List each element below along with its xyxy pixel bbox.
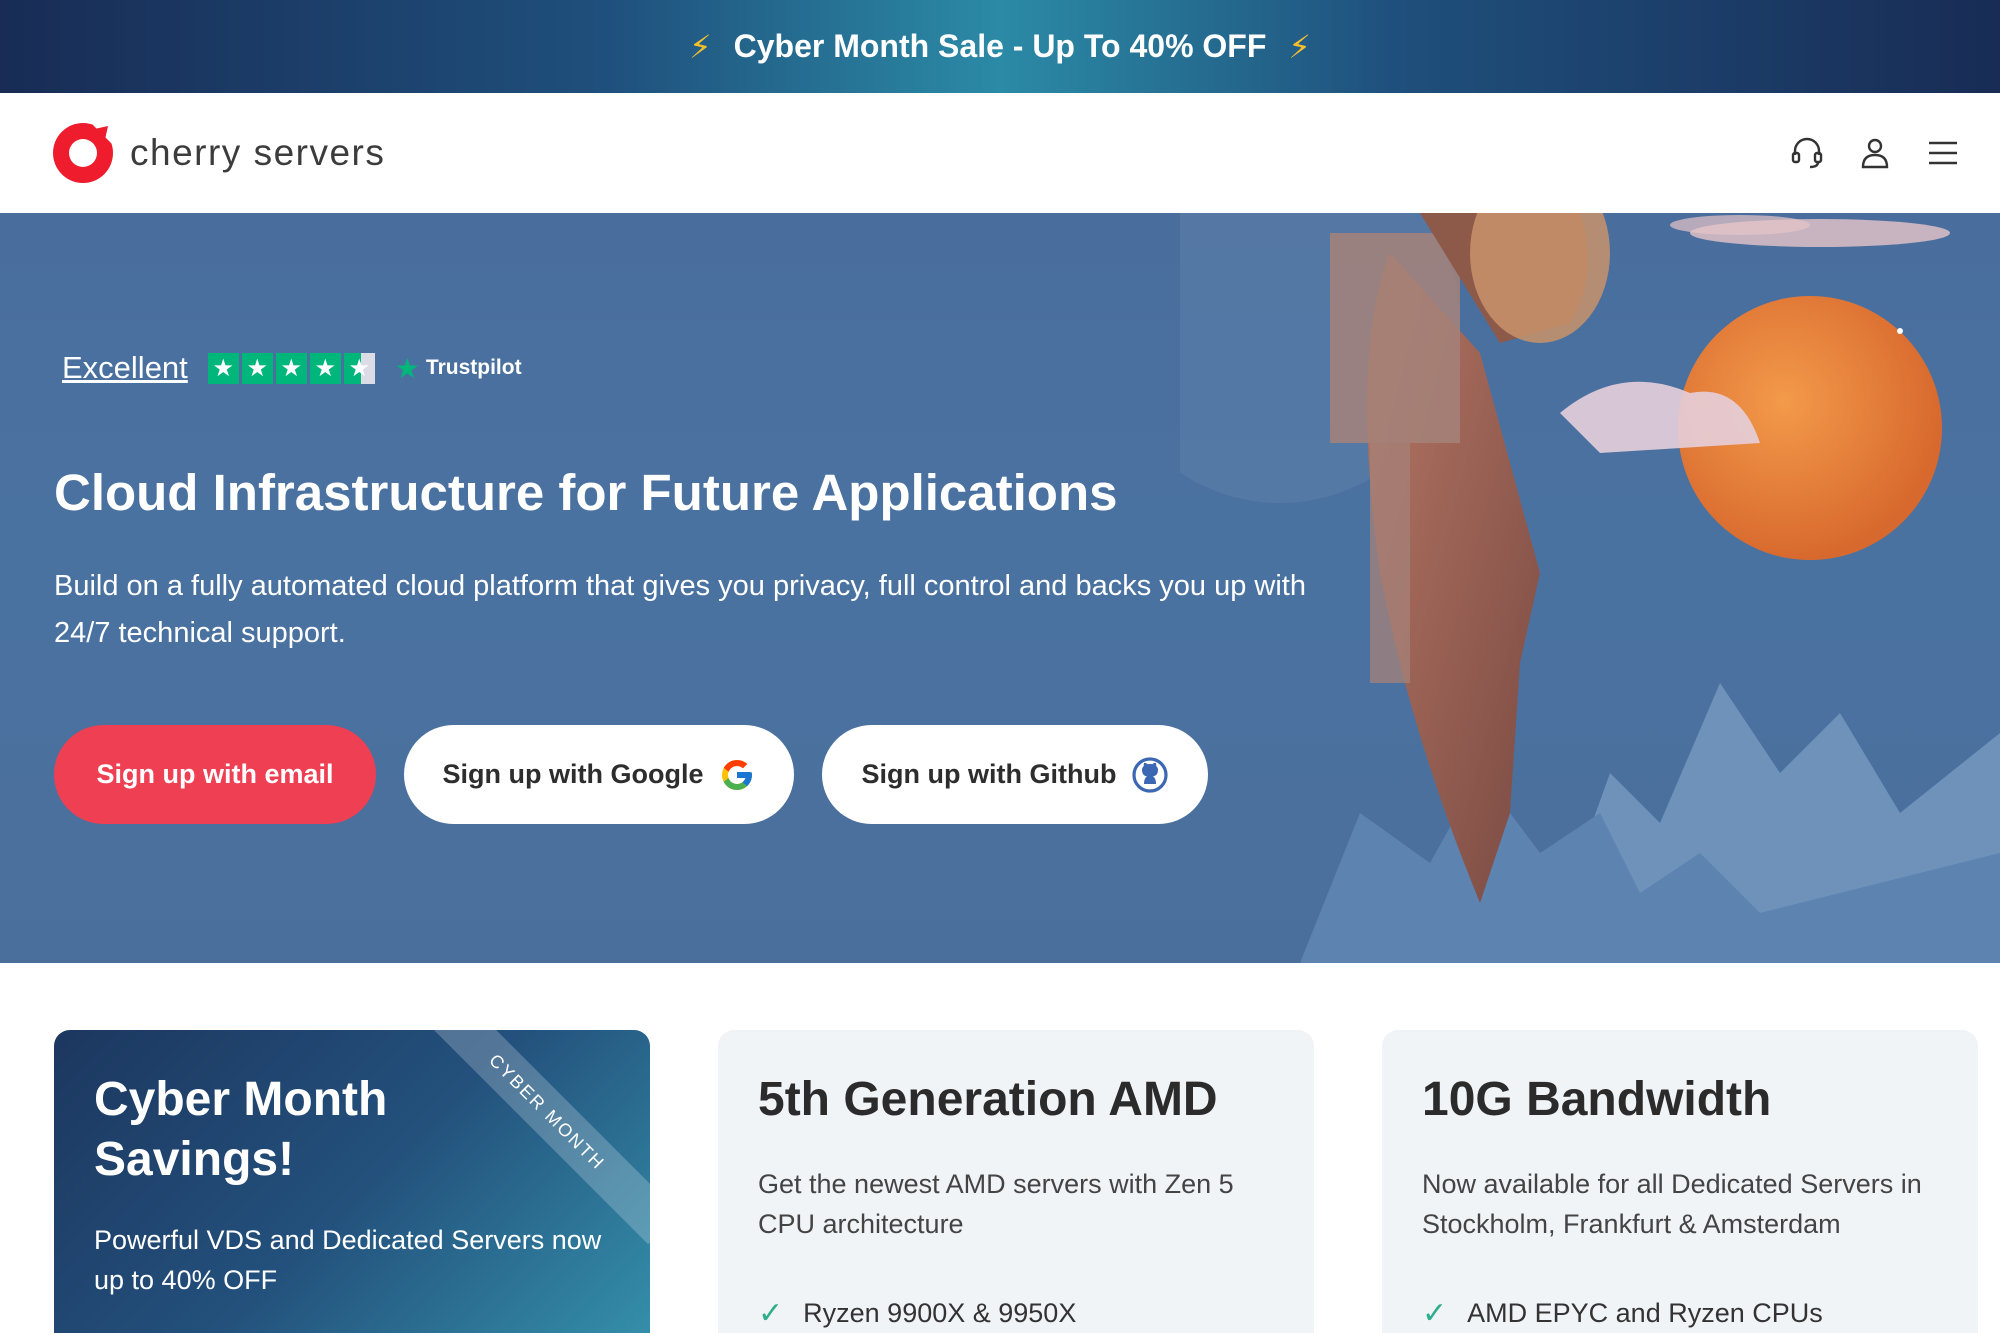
site-header: cherry servers <box>0 93 2000 213</box>
signup-google-button[interactable]: Sign up with Google <box>404 725 794 824</box>
lightning-icon: ⚡ <box>1288 28 1311 65</box>
trustpilot-rating[interactable]: Excellent ★ ★ ★ ★ ★ ★ Trustpilot <box>62 350 522 386</box>
check-icon: ✓ <box>758 1297 784 1330</box>
card-text: Powerful VDS and Dedicated Servers now u… <box>94 1225 602 1295</box>
star-icon: ★ <box>207 352 239 384</box>
menu-icon[interactable] <box>1926 136 1960 170</box>
rating-label[interactable]: Excellent <box>62 350 188 386</box>
star-icon: ★ <box>275 352 307 384</box>
signup-github-button[interactable]: Sign up with Github <box>822 725 1208 824</box>
card-title: 5th Generation AMD <box>758 1073 1218 1126</box>
promo-banner[interactable]: ⚡ Cyber Month Sale - Up To 40% OFF ⚡ <box>0 0 2000 93</box>
card-text: Now available for all Dedicated Servers … <box>1422 1169 1922 1239</box>
lightning-icon: ⚡ <box>689 28 712 65</box>
signup-buttons: Sign up with email Sign up with Google S… <box>54 725 1208 824</box>
trustpilot-logo: ★ Trustpilot <box>395 352 522 385</box>
page-title: Cloud Infrastructure for Future Applicat… <box>54 464 1118 521</box>
card-amd: 5th Generation AMD Get the newest AMD se… <box>718 1030 1314 1333</box>
user-icon[interactable] <box>1858 136 1892 170</box>
google-icon <box>722 759 753 790</box>
star-icon: ★ <box>241 352 273 384</box>
logo-text: cherry servers <box>130 132 386 173</box>
feature-item: ✓ AMD EPYC and Ryzen CPUs <box>1422 1296 1938 1331</box>
star-half-icon: ★ <box>343 352 375 384</box>
headset-icon[interactable] <box>1790 136 1824 170</box>
feature-text: Ryzen 9900X & 9950X <box>803 1298 1077 1328</box>
feature-cards: CYBER MONTH Cyber Month Savings! Powerfu… <box>54 1030 1978 1333</box>
hero-section: Excellent ★ ★ ★ ★ ★ ★ Trustpilot Cloud I… <box>0 213 2000 963</box>
feature-text: AMD EPYC and Ryzen CPUs <box>1467 1298 1823 1328</box>
card-text: Get the newest AMD servers with Zen 5 CP… <box>758 1169 1234 1239</box>
hero-subtitle: Build on a fully automated cloud platfor… <box>54 570 1306 649</box>
trustpilot-text: Trustpilot <box>425 356 522 379</box>
signup-github-label: Sign up with Github <box>861 759 1117 789</box>
signup-email-button[interactable]: Sign up with email <box>54 725 376 824</box>
feature-item: ✓ Ryzen 9900X & 9950X <box>758 1296 1274 1331</box>
check-icon: ✓ <box>1422 1297 1448 1330</box>
signup-google-label: Sign up with Google <box>442 759 704 789</box>
logo[interactable]: cherry servers <box>52 122 385 184</box>
cherry-logo-icon <box>53 123 114 183</box>
card-title: 10G Bandwidth <box>1422 1073 1772 1126</box>
star-icon: ★ <box>309 352 341 384</box>
card-cyber-month[interactable]: CYBER MONTH Cyber Month Savings! Powerfu… <box>54 1030 650 1333</box>
header-actions <box>1790 136 1960 170</box>
rating-stars: ★ ★ ★ ★ ★ <box>207 352 375 384</box>
github-icon <box>1132 756 1169 793</box>
card-bandwidth: 10G Bandwidth Now available for all Dedi… <box>1382 1030 1978 1333</box>
trustpilot-star-icon: ★ <box>394 352 420 384</box>
signup-email-label: Sign up with email <box>96 759 334 789</box>
promo-text: Cyber Month Sale - Up To 40% OFF <box>733 28 1267 64</box>
card-title: Cyber Month Savings! <box>94 1073 388 1186</box>
